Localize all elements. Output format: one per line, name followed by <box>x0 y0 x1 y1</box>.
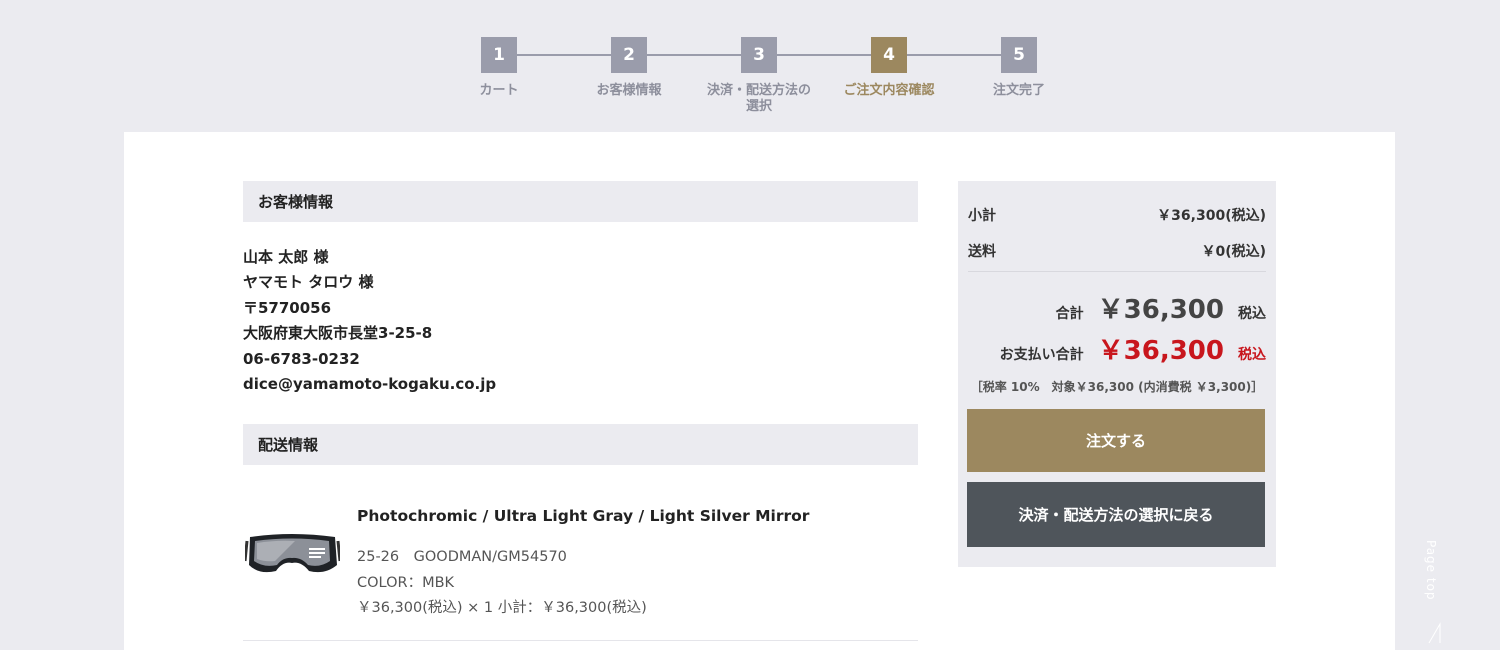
customer-name: 山本 太郎 様 <box>243 248 329 266</box>
shipping-fee-label: 送料 <box>968 244 996 260</box>
product-price-line: ￥36,300(税込) × 1 小計：￥36,300(税込) <box>357 600 647 616</box>
step-customer-info: 2 お客様情報 <box>559 37 699 99</box>
step-number: 1 <box>481 37 517 73</box>
total-tax-label: 税込 <box>1238 306 1266 322</box>
step-order-complete: 5 注文完了 <box>949 37 1089 99</box>
customer-address: 大阪府東大阪市長堂3-25-8 <box>243 324 433 343</box>
item-divider <box>243 640 918 641</box>
payment-total-label: お支払い合計 <box>999 347 1084 363</box>
shipping-fee-value: ￥0(税込) <box>1201 244 1266 260</box>
step-label: 注文完了 <box>992 83 1045 98</box>
page-top-label: Page top <box>1424 540 1438 601</box>
payment-tax-label: 税込 <box>1238 347 1266 363</box>
total-value: ￥36,300 <box>1097 295 1224 325</box>
step-cart: 1 カート <box>429 37 569 99</box>
place-order-button[interactable]: 注文する <box>967 409 1265 472</box>
subtotal-value: ￥36,300(税込) <box>1157 208 1266 224</box>
step-label: ご注文内容確認 <box>843 83 935 98</box>
tax-note: ［税率 10% 対象￥36,300 (内消費税 ￥3,300)］ <box>970 380 1264 394</box>
back-to-payment-button[interactable]: 決済・配送方法の選択に戻る <box>967 482 1265 547</box>
shipping-info-header: 配送情報 <box>243 424 918 465</box>
step-number: 5 <box>1001 37 1037 73</box>
step-label: お客様情報 <box>596 83 662 98</box>
arrow-up-icon <box>1428 622 1442 644</box>
product-name: Photochromic / Ultra Light Gray / Light … <box>357 507 810 525</box>
summary-divider <box>968 271 1266 272</box>
total-row: 合計 ￥36,300 税込 <box>968 289 1266 326</box>
checkout-stepper: 1 カート 2 お客様情報 3 決済・配送方法の 選択 4 ご注文内容確認 5 … <box>0 37 1500 127</box>
payment-total-row: お支払い合計 ￥36,300 税込 <box>968 330 1266 367</box>
payment-total-value: ￥36,300 <box>1097 336 1224 366</box>
customer-kana: ヤマモト タロウ 様 <box>243 273 374 292</box>
page-top-link[interactable]: Page top <box>1424 540 1444 650</box>
customer-phone: 06-6783-0232 <box>243 349 360 368</box>
customer-postal-code: 〒5770056 <box>243 298 332 317</box>
step-payment-delivery: 3 決済・配送方法の 選択 <box>689 37 829 115</box>
customer-email: dice@yamamoto-kogaku.co.jp <box>243 375 497 394</box>
product-model: 25-26 GOODMAN/GM54570 <box>357 549 567 565</box>
total-label: 合計 <box>1055 306 1084 322</box>
order-summary: 小計 ￥36,300(税込) 送料 ￥0(税込) 合計 ￥36,300 税込 お… <box>958 181 1276 567</box>
step-order-confirm: 4 ご注文内容確認 <box>819 37 959 99</box>
step-label: 決済・配送方法の 選択 <box>706 83 811 114</box>
customer-info-header: お客様情報 <box>243 181 918 222</box>
step-number: 4 <box>871 37 907 73</box>
step-number: 3 <box>741 37 777 73</box>
step-number: 2 <box>611 37 647 73</box>
step-label: カート <box>479 83 519 98</box>
ski-goggle-image <box>243 531 342 577</box>
subtotal-row: 小計 ￥36,300(税込) <box>968 205 1266 225</box>
product-meta: 25-26 GOODMAN/GM54570 COLOR：MBK ￥36,300(… <box>357 545 647 622</box>
product-color: COLOR：MBK <box>357 574 455 591</box>
customer-details: 山本 太郎 様 ヤマモト タロウ 様 〒5770056 大阪府東大阪市長堂3-2… <box>243 245 843 397</box>
subtotal-label: 小計 <box>968 208 996 224</box>
shipping-fee-row: 送料 ￥0(税込) <box>968 241 1266 261</box>
